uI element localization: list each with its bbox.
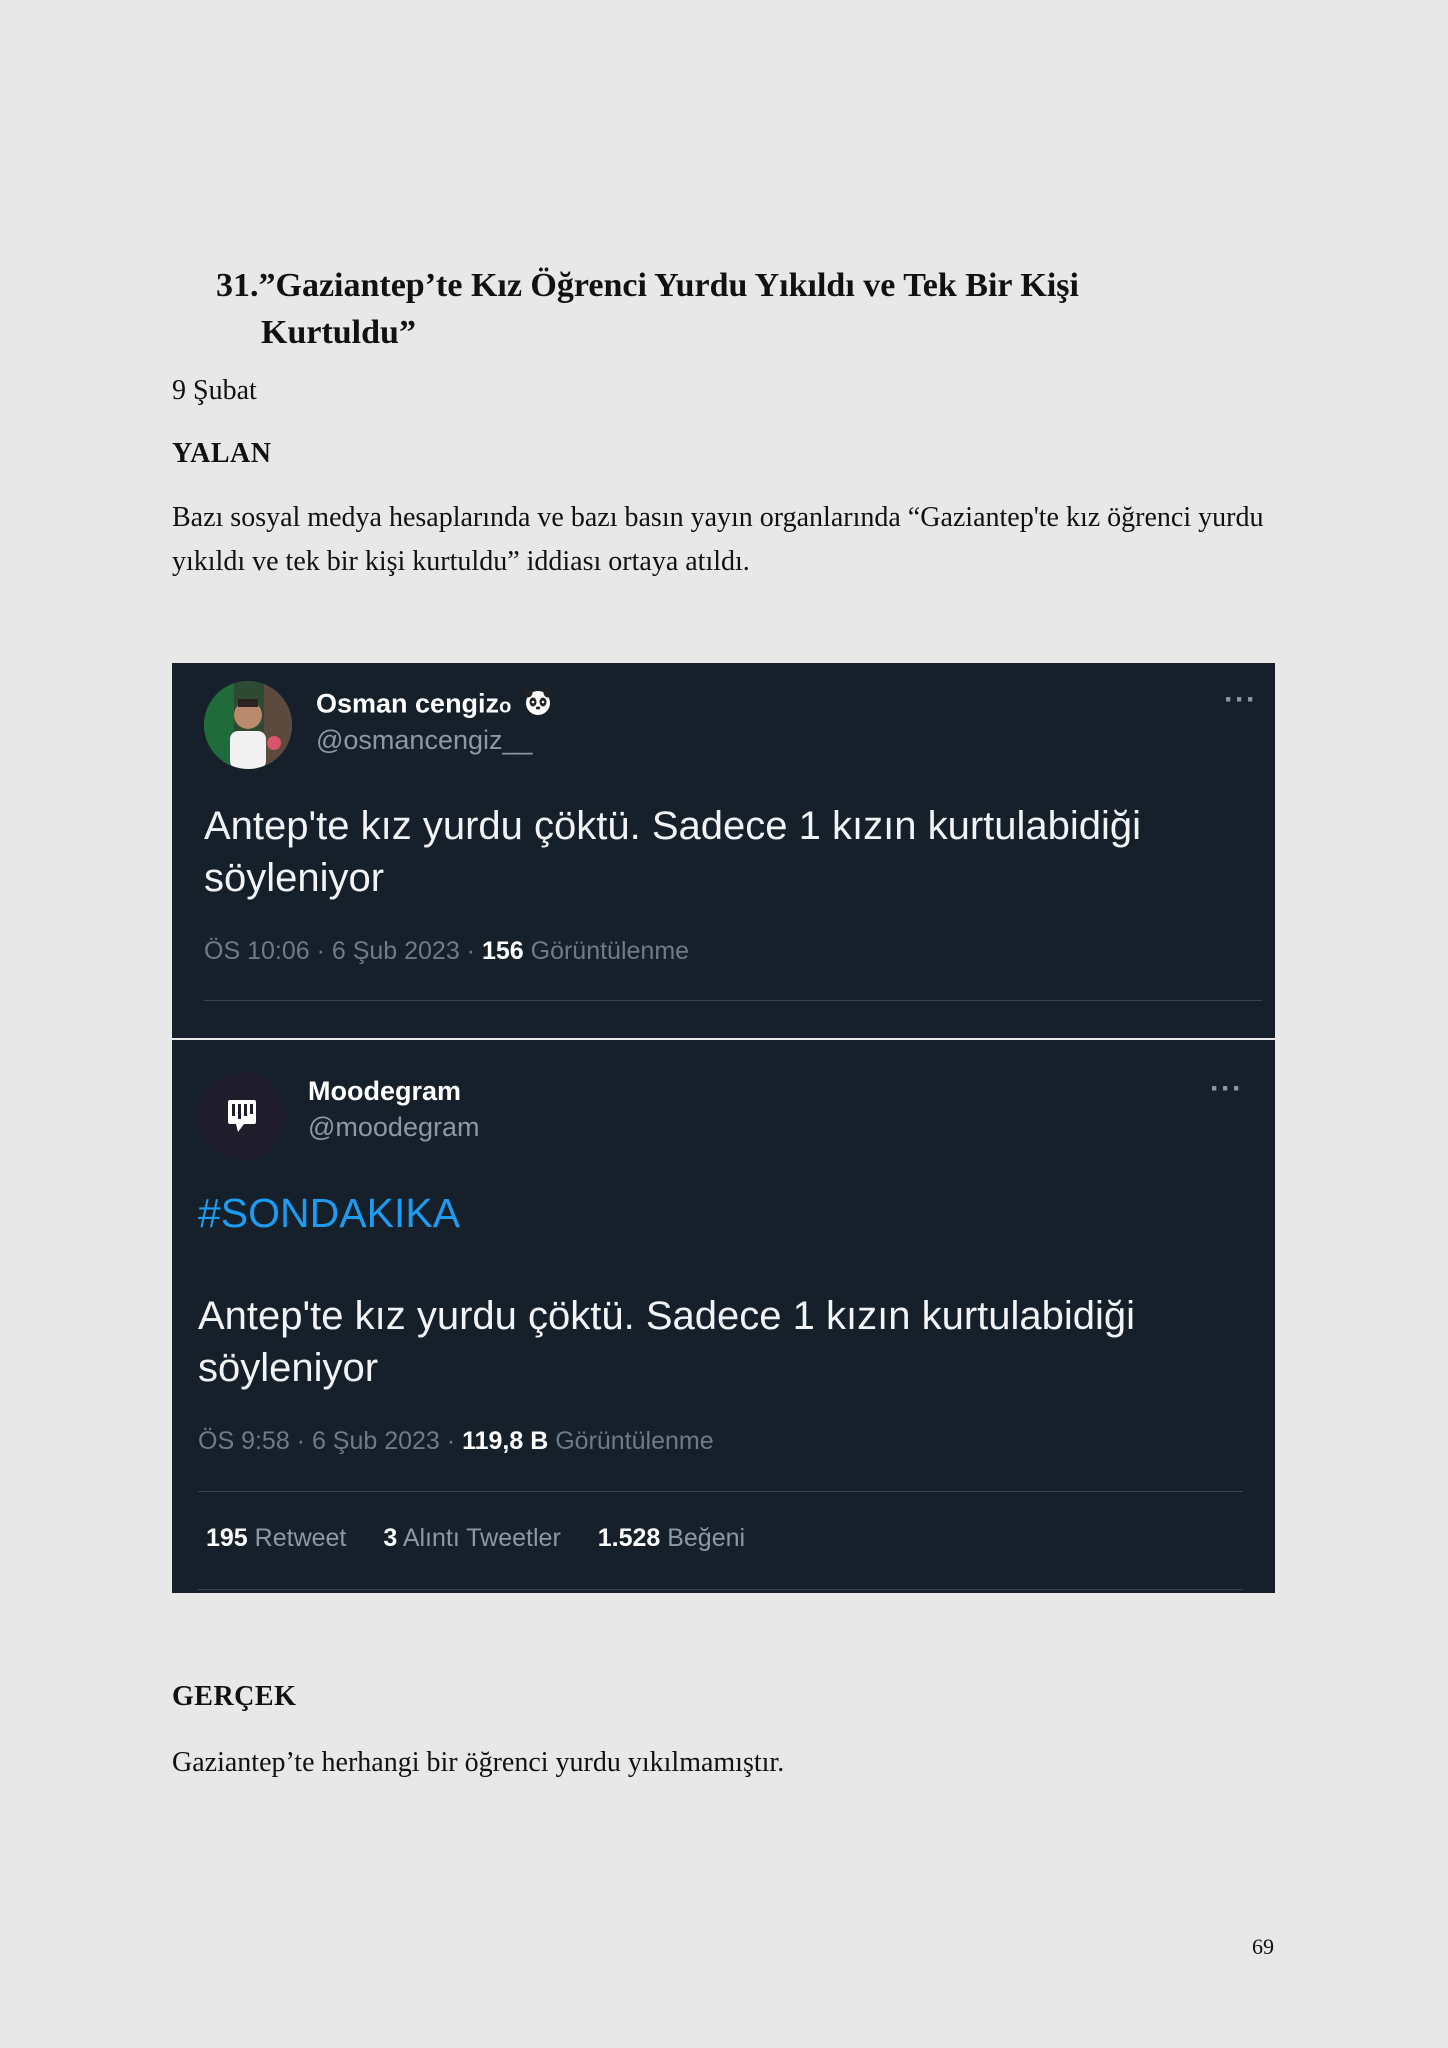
avatar [198, 1072, 286, 1160]
tweet-meta: ÖS 10:06 · 6 Şub 2023 · 156 Görüntülenme [204, 937, 689, 966]
quote-stat: 3 Alıntı Tweetler [383, 1524, 561, 1552]
tweet-view-count: 119,8 B [462, 1427, 549, 1455]
section-heading-line-1: 31.”Gaziantep’te Kız Öğrenci Yurdu Yıkıl… [216, 267, 1079, 304]
tweet-divider [198, 1589, 1243, 1590]
tweet-text: Antep'te kız yurdu çöktü. Sadece 1 kızın… [204, 804, 1142, 900]
avatar [204, 681, 292, 769]
tweet-card-osman: Osman cengizo @osmancengiz__ ··· Antep't… [172, 663, 1275, 1038]
tweet-view-label: Görüntülenme [548, 1427, 714, 1455]
tweet-divider [204, 1000, 1262, 1001]
fact-description: Gaziantep’te herhangi bir öğrenci yurdu … [172, 1747, 785, 1778]
section-heading: 31.”Gaziantep’te Kız Öğrenci Yurdu Yıkıl… [216, 262, 1216, 356]
tweet-view-count: 156 [481, 937, 524, 965]
tweet-screenshots: Osman cengizo @osmancengiz__ ··· Antep't… [172, 663, 1275, 1593]
panda-emoji-icon [523, 687, 553, 724]
tweet-view-label: Görüntülenme [523, 937, 690, 965]
more-options-icon: ··· [1210, 1072, 1243, 1105]
section-heading-line-2: Kurtuldu” [261, 314, 416, 351]
tweet-author-handle: @osmancengiz__ [316, 725, 533, 755]
false-claim-label: YALAN [172, 438, 272, 469]
like-stat: 1.528 Beğeni [597, 1524, 746, 1552]
tweet-hashtag: #SONDAKIKA [198, 1190, 461, 1236]
claim-description: Bazı sosyal medya hesaplarında ve bazı b… [172, 502, 1264, 577]
tweet-author-handle: @moodegram [308, 1112, 480, 1142]
tweet-text: Antep'te kız yurdu çöktü. Sadece 1 kızın… [198, 1294, 1136, 1390]
tweet-author-name: Moodegram [308, 1076, 462, 1106]
tweet-card-moodegram: Moodegram @moodegram ··· #SONDAKIKA Ante… [172, 1040, 1275, 1593]
tweet-author-name: Osman cengizo [316, 687, 553, 724]
fact-label: GERÇEK [172, 1681, 297, 1712]
tweet-divider [198, 1491, 1243, 1492]
tweet-stats: 195 Retweet 3 Alıntı Tweetler 1.528 Beğe… [206, 1524, 775, 1553]
claim-date: 9 Şubat [172, 375, 257, 406]
more-options-icon: ··· [1224, 683, 1257, 716]
page-number: 69 [1252, 1934, 1274, 1959]
tweet-time: ÖS 9:58 · 6 Şub 2023 · [198, 1427, 463, 1455]
tweet-meta: ÖS 9:58 · 6 Şub 2023 · 119,8 B Görüntüle… [198, 1427, 714, 1456]
retweet-stat: 195 Retweet [206, 1524, 347, 1552]
tweet-time: ÖS 10:06 · 6 Şub 2023 · [204, 937, 482, 965]
